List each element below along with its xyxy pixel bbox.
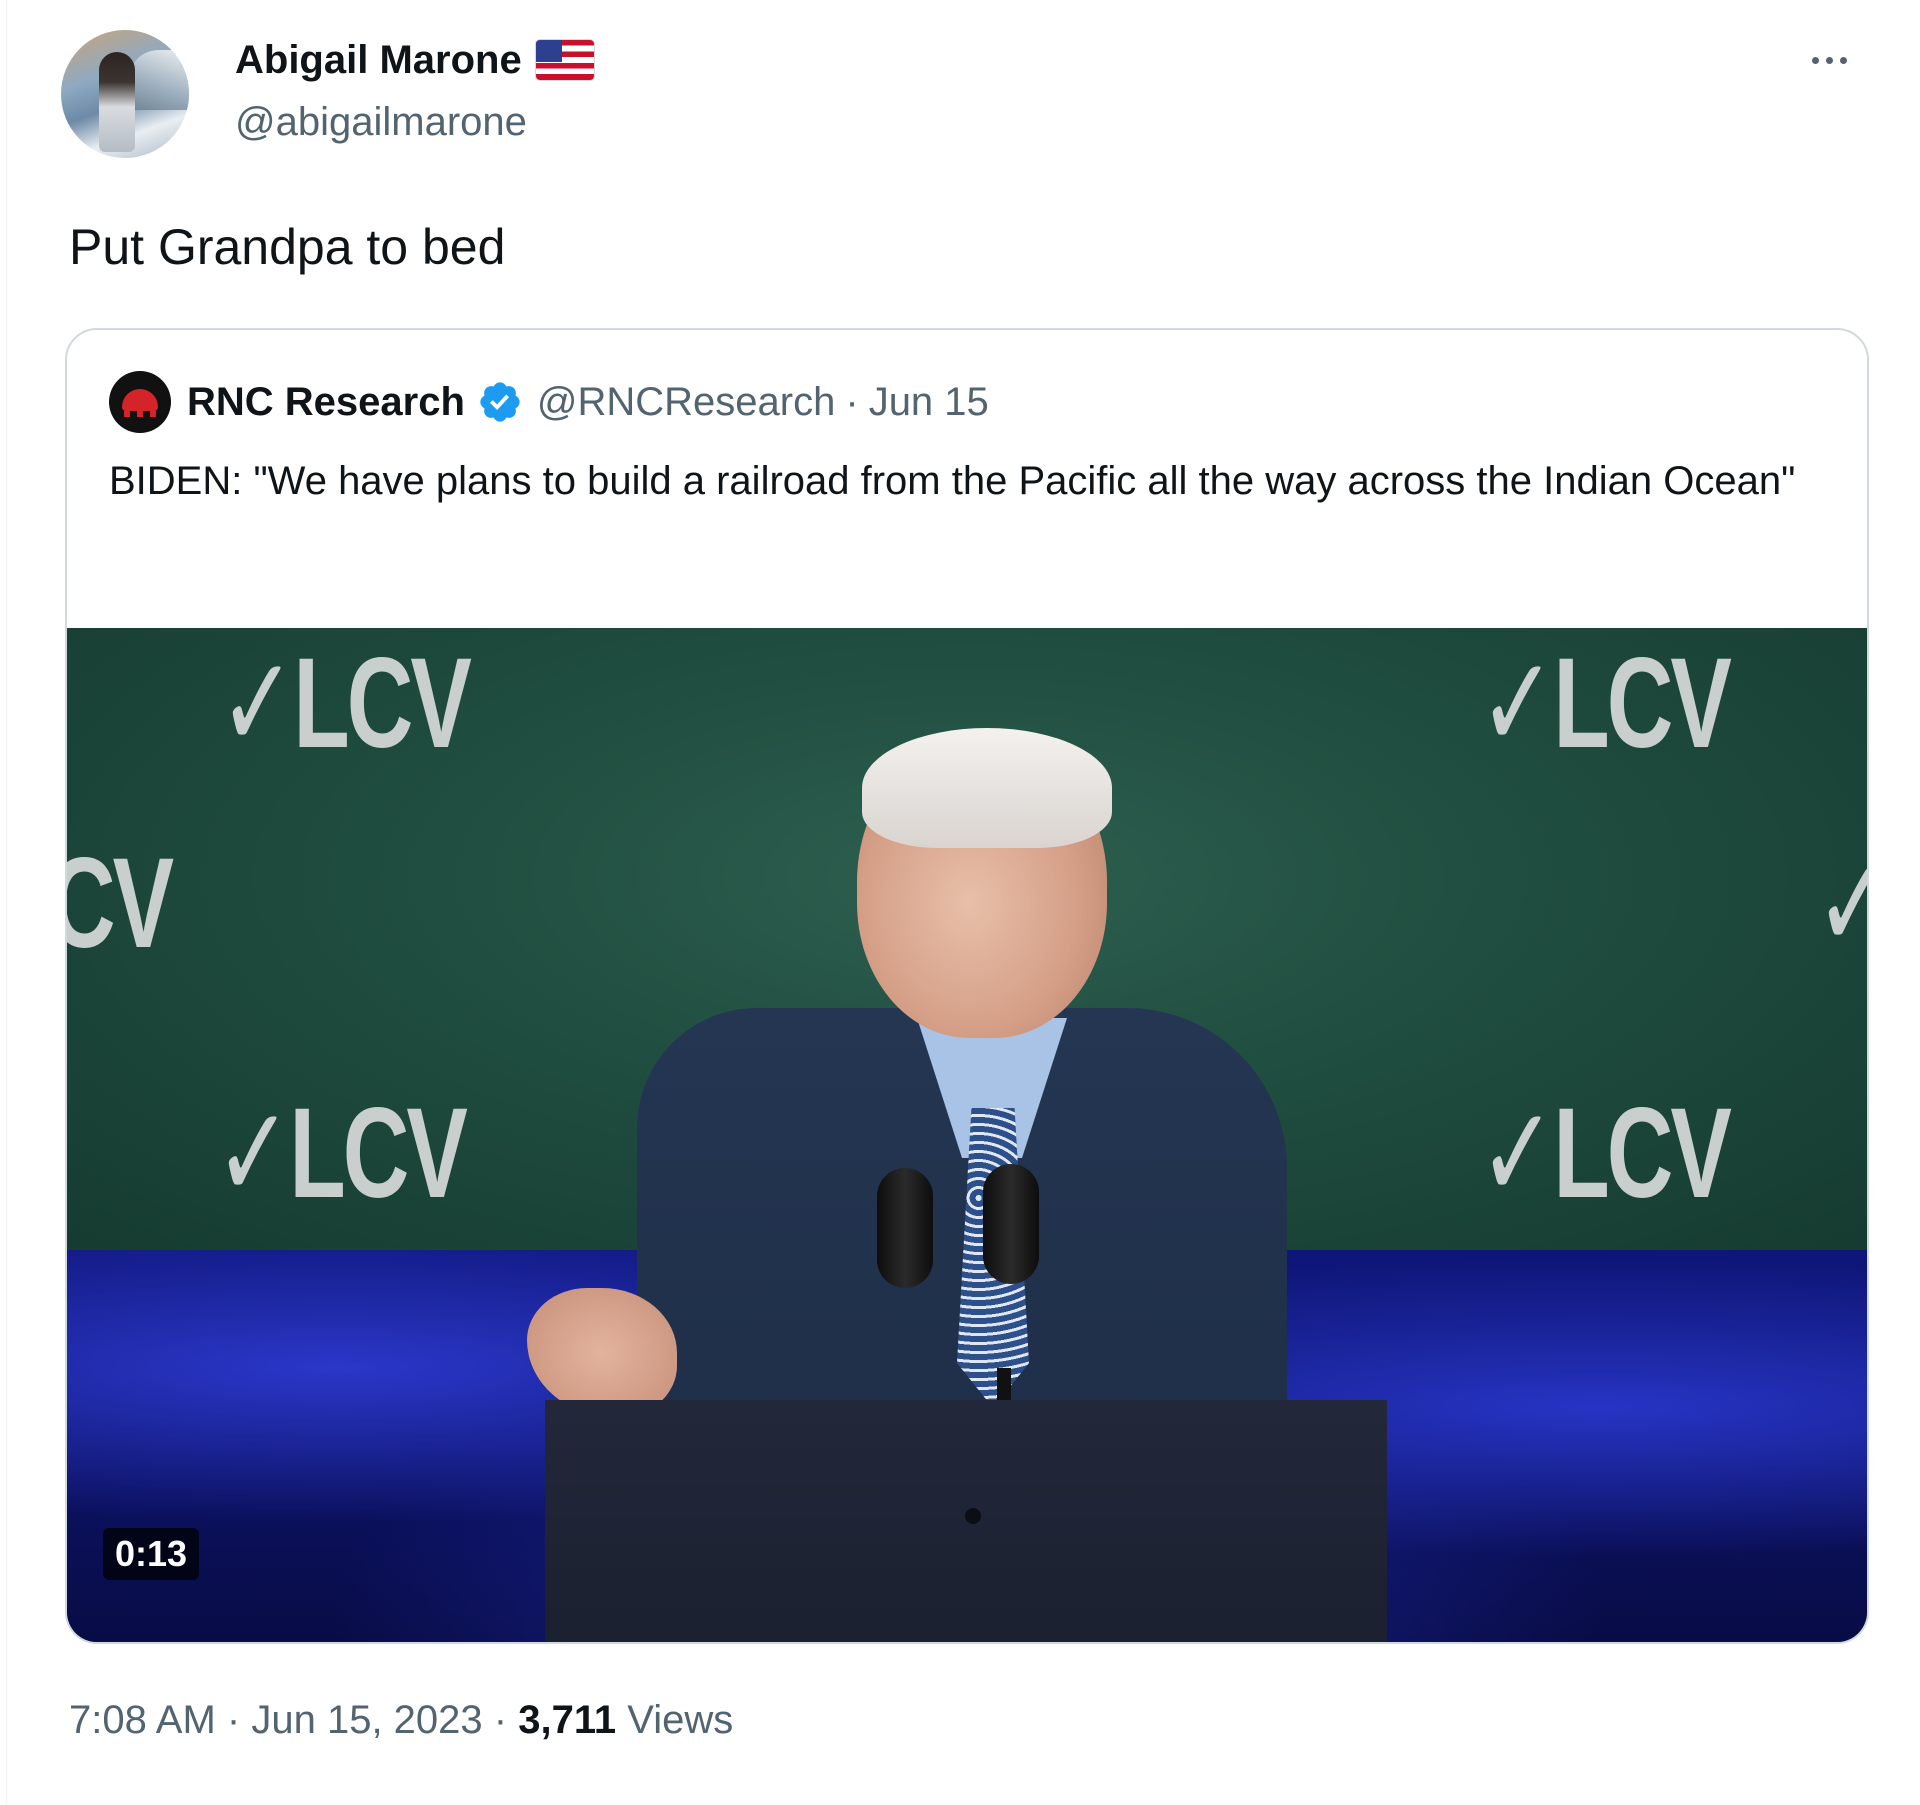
avatar-figure — [99, 52, 135, 152]
backdrop-logo: ✓LCV — [1479, 1082, 1732, 1225]
author-info: Abigail Marone @abigailmarone — [235, 34, 594, 148]
author-avatar[interactable] — [61, 30, 189, 158]
tweet-time[interactable]: 7:08 AM — [69, 1698, 216, 1742]
tweet-meta: 7:08 AM · Jun 15, 2023 · 3,711 Views — [69, 1694, 733, 1746]
views-label: Views — [627, 1698, 734, 1742]
author-handle[interactable]: @abigailmarone — [235, 96, 594, 148]
backdrop-logo: ✓LCV — [219, 632, 472, 775]
avatar-background — [131, 50, 189, 110]
more-options-icon[interactable] — [1797, 40, 1861, 80]
author-display-name[interactable]: Abigail Marone — [235, 38, 522, 83]
separator-dot: · — [226, 1698, 241, 1742]
us-flag-icon — [535, 40, 594, 80]
backdrop-logo: ✓LCV — [1479, 632, 1732, 775]
quoted-tweet[interactable]: RNC Research @RNCResearch · Jun 15 BIDEN… — [65, 328, 1869, 1644]
views-count: 3,711 — [518, 1698, 617, 1742]
separator-dot: · — [845, 379, 859, 424]
quoted-author-handle[interactable]: @RNCResearch — [537, 380, 835, 425]
quoted-tweet-text: BIDEN: "We have plans to build a railroa… — [109, 459, 1796, 503]
microphone-icon — [877, 1168, 933, 1288]
tweet: Abigail Marone @abigailmarone Put Grandp… — [6, 0, 1920, 1805]
speaker-hair — [862, 728, 1112, 848]
quoted-author-name[interactable]: RNC Research — [187, 380, 465, 425]
microphone-icon — [983, 1164, 1039, 1284]
podium-seal — [965, 1508, 981, 1524]
tweet-text: Put Grandpa to bed — [69, 219, 506, 275]
author-name-row[interactable]: Abigail Marone — [235, 34, 594, 86]
backdrop-logo: CV — [67, 832, 174, 975]
quoted-tweet-date[interactable]: Jun 15 — [869, 380, 989, 425]
backdrop-logo: ✓LCV — [215, 1082, 468, 1225]
quoted-author-avatar[interactable] — [109, 371, 171, 433]
separator-dot: · — [493, 1698, 508, 1742]
backdrop-logo: ✓ — [1815, 840, 1867, 968]
video-player[interactable]: ✓LCV ✓LCV CV ✓ ✓LCV ✓LCV 0:13 — [67, 628, 1867, 1642]
tweet-date[interactable]: Jun 15, 2023 — [251, 1698, 482, 1742]
verified-badge-icon — [480, 382, 520, 422]
video-duration-badge: 0:13 — [103, 1528, 200, 1580]
quoted-tweet-header: RNC Research @RNCResearch · Jun 15 — [109, 370, 989, 434]
